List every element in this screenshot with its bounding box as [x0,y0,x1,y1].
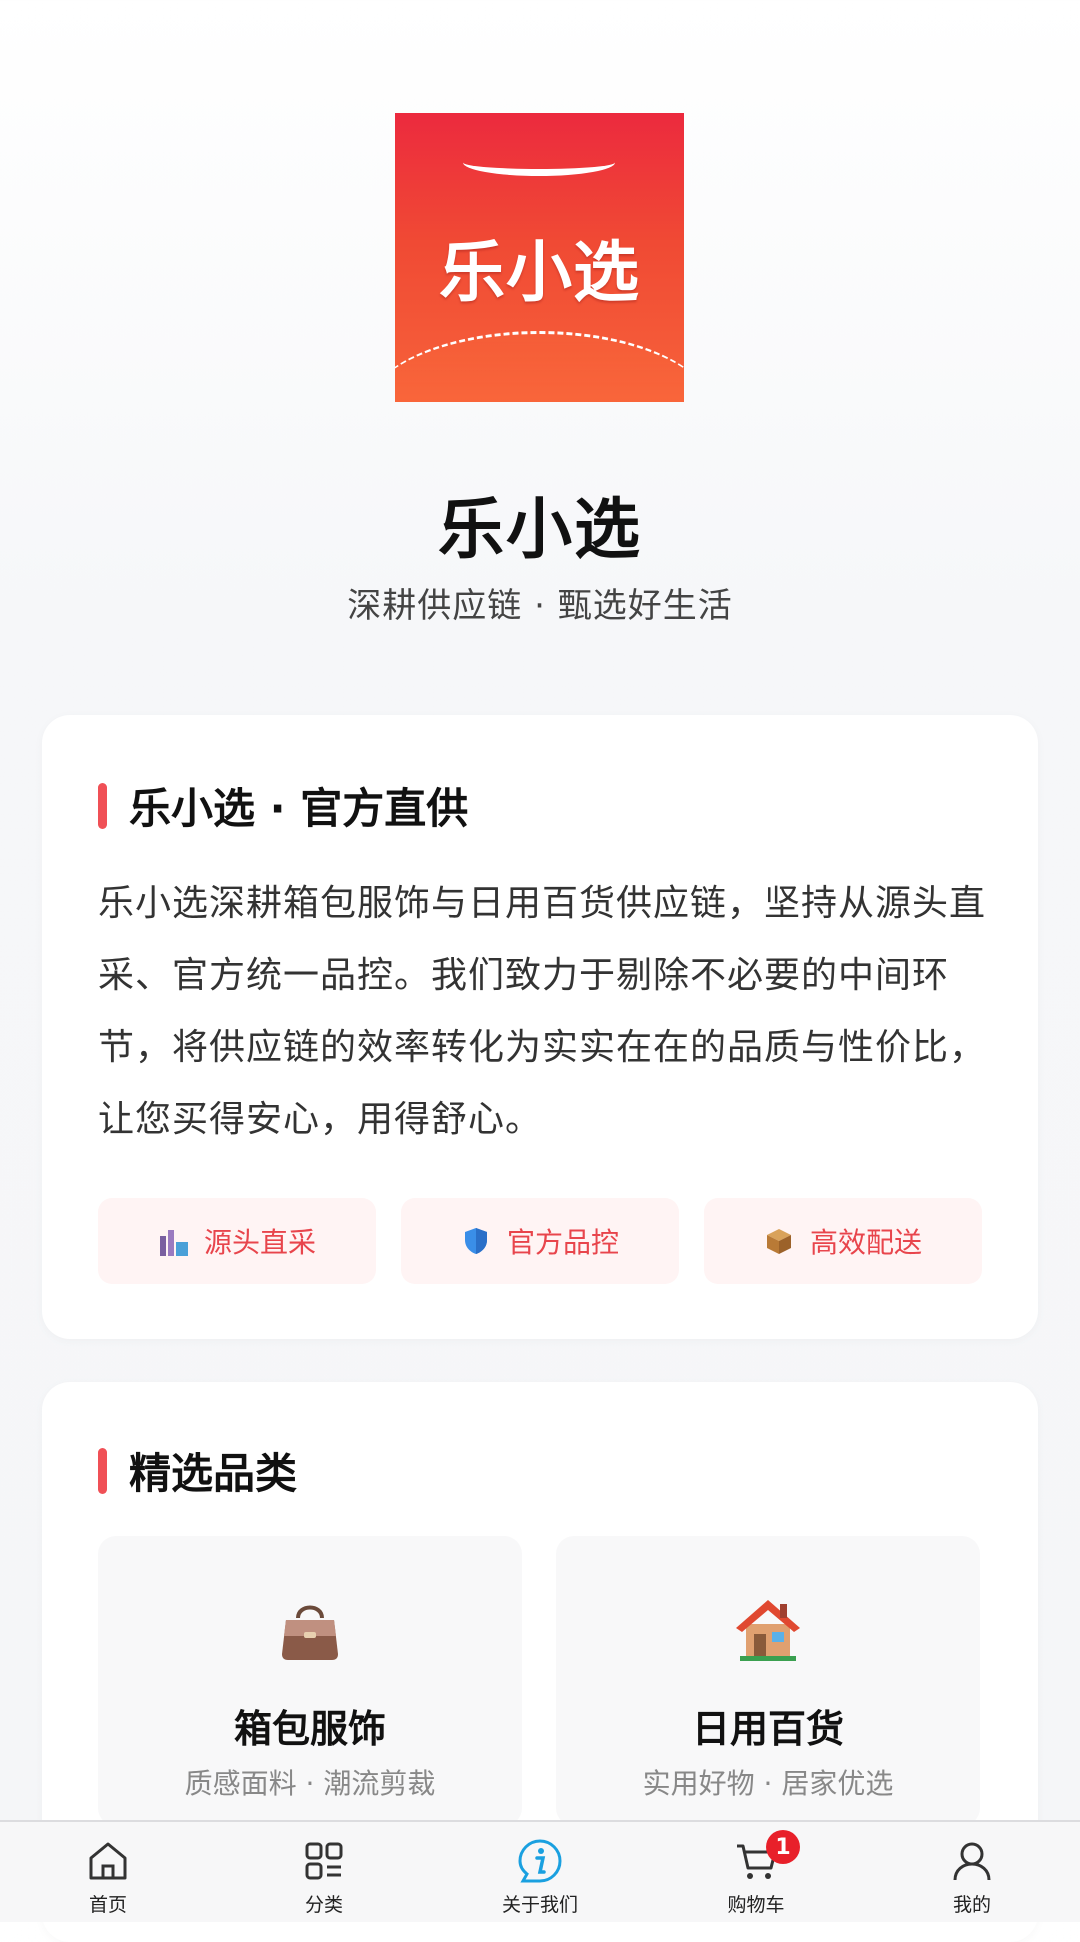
user-icon [953,1842,991,1881]
categories-title-text: 精选品类 [129,1449,298,1498]
feature-label: 高效配送 [809,1226,922,1259]
category-desc: 质感面料 · 潮流剪裁 [184,1767,436,1800]
factory-icon [158,1226,188,1256]
category-name: 箱包服饰 [233,1707,386,1751]
tab-label: 我的 [952,1894,991,1916]
logo-bag-handle [463,149,615,176]
tab-home[interactable]: 首页 [0,1822,216,1922]
category-icon [305,1842,343,1880]
categories-title: 精选品类 [98,1440,297,1501]
logo-arc [395,331,684,402]
about-description: 乐小选深耕箱包服饰与日用百货供应链，坚持从源头直采、官方统一品控。我们致力于剔除… [98,883,987,1140]
package-icon [764,1226,794,1256]
tab-label: 关于我们 [501,1894,578,1916]
feature-source-direct: 源头直采 [98,1198,376,1284]
home-icon [89,1842,127,1880]
handbag-icon [98,1592,522,1664]
house-icon [556,1592,980,1664]
about-title-text: 乐小选 · 官方直供 [129,784,469,833]
tab-label: 购物车 [727,1894,785,1916]
tab-about-us[interactable]: 关于我们 [432,1822,648,1922]
tab-label: 分类 [304,1894,343,1916]
feature-label: 源头直采 [203,1226,316,1259]
app-logo: 乐小选 [395,113,684,402]
category-daily-goods[interactable]: 日用百货 实用好物 · 居家优选 [556,1536,980,1826]
title-accent-bar [98,1447,107,1494]
tab-category[interactable]: 分类 [216,1822,432,1922]
tab-label: 首页 [88,1894,127,1916]
info-icon [518,1839,562,1883]
feature-label: 官方品控 [506,1226,619,1259]
shield-icon [461,1226,491,1256]
bottom-tab-bar: 首页 分类 关于我们 1 购物车 我的 [0,1820,1080,1922]
tab-profile[interactable]: 我的 [864,1822,1080,1922]
feature-list: 源头直采 官方品控 高效配送 [98,1198,982,1284]
app-slogan: 深耕供应链 · 甄选好生活 [347,586,733,626]
logo-text: 乐小选 [439,234,640,311]
app-name: 乐小选 [438,491,642,568]
category-bags-apparel[interactable]: 箱包服饰 质感面料 · 潮流剪裁 [98,1536,522,1826]
feature-fast-delivery: 高效配送 [704,1198,982,1284]
cart-badge: 1 [766,1830,800,1864]
category-desc: 实用好物 · 居家优选 [642,1767,894,1800]
about-title: 乐小选 · 官方直供 [98,775,468,836]
tab-cart[interactable]: 1 购物车 [648,1822,864,1922]
feature-quality-control: 官方品控 [401,1198,679,1284]
category-name: 日用百货 [691,1707,844,1751]
title-accent-bar [98,782,107,829]
